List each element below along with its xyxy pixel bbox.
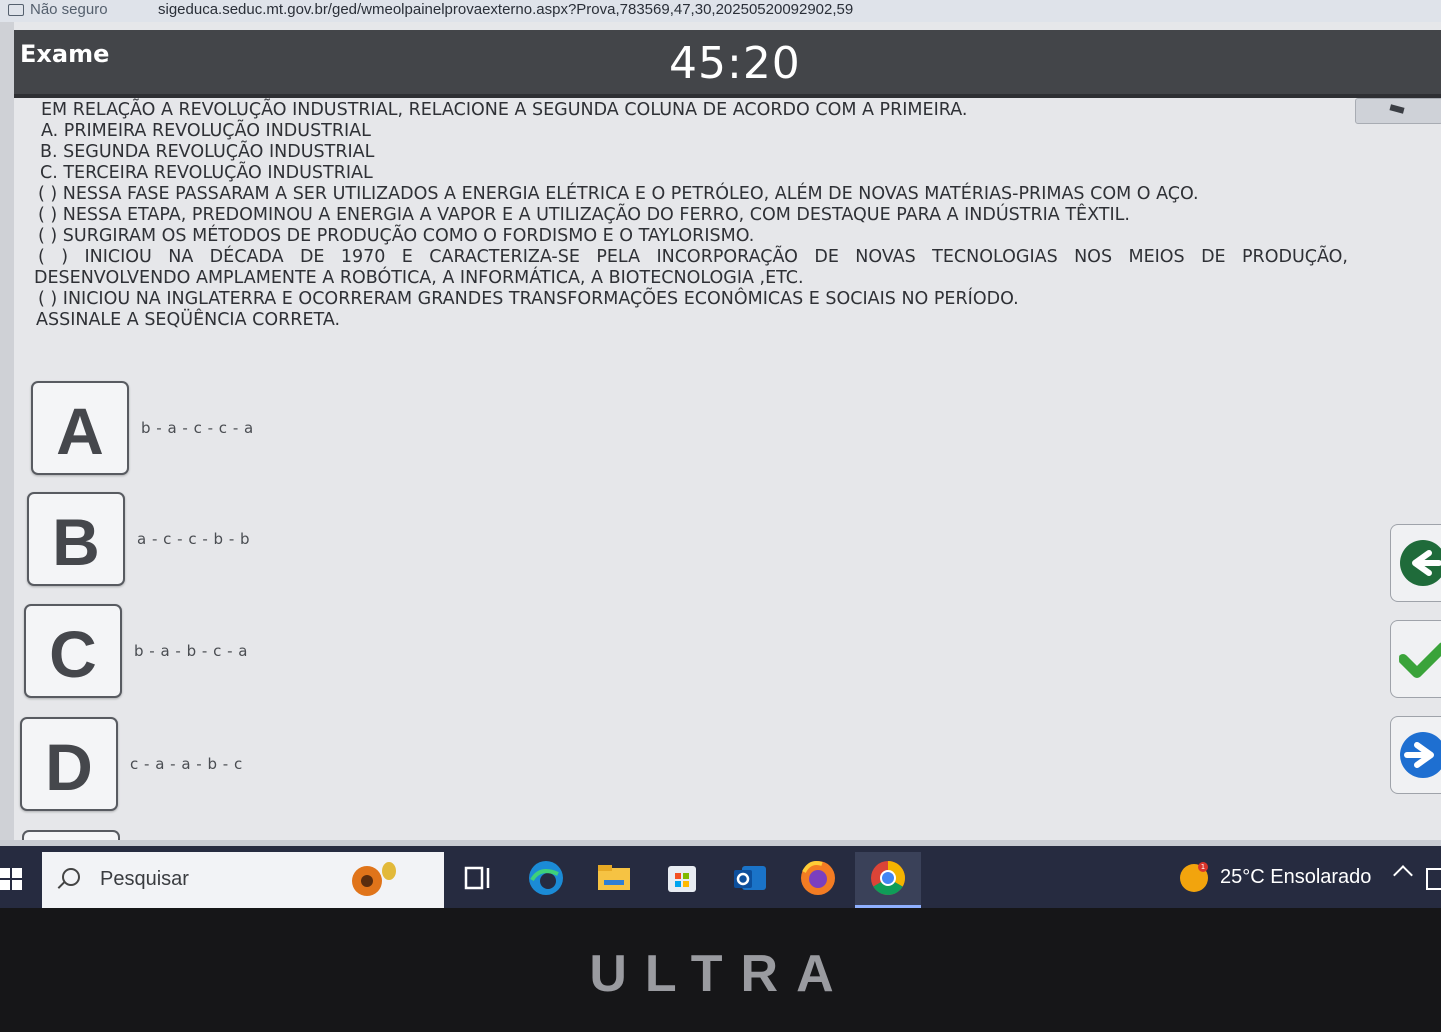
edge-icon[interactable] [528, 860, 564, 896]
option-d-button[interactable]: D [20, 717, 118, 811]
next-button[interactable] [1390, 716, 1441, 794]
option-b-text[interactable]: a - c - c - b - b [137, 530, 250, 548]
windows-start-icon[interactable] [0, 868, 24, 892]
confirm-button[interactable] [1390, 620, 1441, 698]
statement-3: ( ) SURGIRAM OS MÉTODOS DE PRODUÇÃO COMO… [38, 226, 755, 246]
weather-text: 25°C Ensolarado [1220, 866, 1372, 888]
arrow-right-icon [1400, 732, 1441, 778]
option-a[interactable]: A b - a - c - c - a [31, 381, 631, 475]
option-a-letter: A [56, 394, 104, 468]
search-placeholder[interactable]: Pesquisar [100, 868, 189, 891]
option-c[interactable]: C b - a - b - c - a [24, 604, 624, 698]
search-icon [62, 868, 80, 886]
statement-1: ( ) NESSA FASE PASSARAM A SER UTILIZADOS… [38, 184, 1199, 204]
question-text: EM RELAÇÃO A REVOLUÇÃO INDUSTRIAL, RELAC… [34, 100, 1354, 331]
column-item-b: B. SEGUNDA REVOLUÇÃO INDUSTRIAL [40, 142, 375, 162]
tray-icon[interactable] [1426, 868, 1441, 890]
task-view-icon[interactable] [460, 860, 496, 896]
firefox-icon[interactable] [800, 860, 836, 896]
arrow-left-icon [1400, 540, 1441, 586]
option-b-button[interactable]: B [27, 492, 125, 586]
column-item-c: C. TERCEIRA REVOLUÇÃO INDUSTRIAL [40, 163, 373, 183]
option-c-text[interactable]: b - a - b - c - a [134, 642, 248, 660]
option-a-button[interactable]: A [31, 381, 129, 475]
store-icon[interactable] [664, 860, 700, 896]
option-b[interactable]: B a - c - c - b - b [27, 492, 627, 586]
statement-4-continued: DESENVOLVENDO AMPLAMENTE A ROBÓTICA, A I… [34, 268, 804, 288]
outlook-icon[interactable] [732, 860, 768, 896]
collapse-tab[interactable] [1355, 98, 1441, 124]
chevron-down-icon [1389, 104, 1405, 114]
statement-5: ( ) INICIOU NA INGLATERRA E OCORRERAM GR… [38, 289, 1019, 309]
search-highlight-icon [352, 862, 396, 898]
option-c-button[interactable]: C [24, 604, 122, 698]
taskbar-search[interactable]: Pesquisar [42, 852, 444, 908]
warning-icon [8, 4, 24, 16]
monitor-brand-logo: ULTRA [589, 945, 852, 1003]
option-c-letter: C [49, 617, 97, 691]
url-text[interactable]: sigeduca.seduc.mt.gov.br/ged/wmeolpainel… [158, 1, 853, 18]
exam-header: Exame 45:20 [14, 30, 1441, 98]
instruction: ASSINALE A SEQÜÊNCIA CORRETA. [36, 310, 341, 330]
file-explorer-icon[interactable] [596, 860, 632, 896]
address-bar[interactable]: Não seguro sigeduca.seduc.mt.gov.br/ged/… [0, 0, 1441, 22]
checkmark-icon [1399, 641, 1441, 678]
option-b-letter: B [52, 505, 100, 579]
notification-badge: 1 [1198, 862, 1208, 872]
option-a-text[interactable]: b - a - c - c - a [141, 419, 254, 437]
chrome-icon[interactable] [870, 860, 906, 896]
question-statement: EM RELAÇÃO A REVOLUÇÃO INDUSTRIAL, RELAC… [41, 100, 968, 120]
page-title: Exame [20, 40, 110, 68]
back-button[interactable] [1390, 524, 1441, 602]
chevron-up-icon[interactable] [1393, 865, 1413, 885]
column-item-a: A. PRIMEIRA REVOLUÇÃO INDUSTRIAL [41, 121, 371, 141]
statement-2: ( ) NESSA ETAPA, PREDOMINOU A ENERGIA A … [38, 205, 1130, 225]
statement-4: ( ) INICIOU NA DÉCADA DE 1970 E CARACTER… [38, 247, 1348, 267]
option-d-text[interactable]: c - a - a - b - c [130, 755, 243, 773]
taskbar: Pesquisar 1 25°C Ensolarado [0, 840, 1441, 914]
option-d[interactable]: D c - a - a - b - c [20, 717, 620, 811]
option-d-letter: D [45, 730, 93, 804]
security-label[interactable]: Não seguro [30, 1, 108, 18]
countdown-timer: 45:20 [669, 38, 801, 89]
